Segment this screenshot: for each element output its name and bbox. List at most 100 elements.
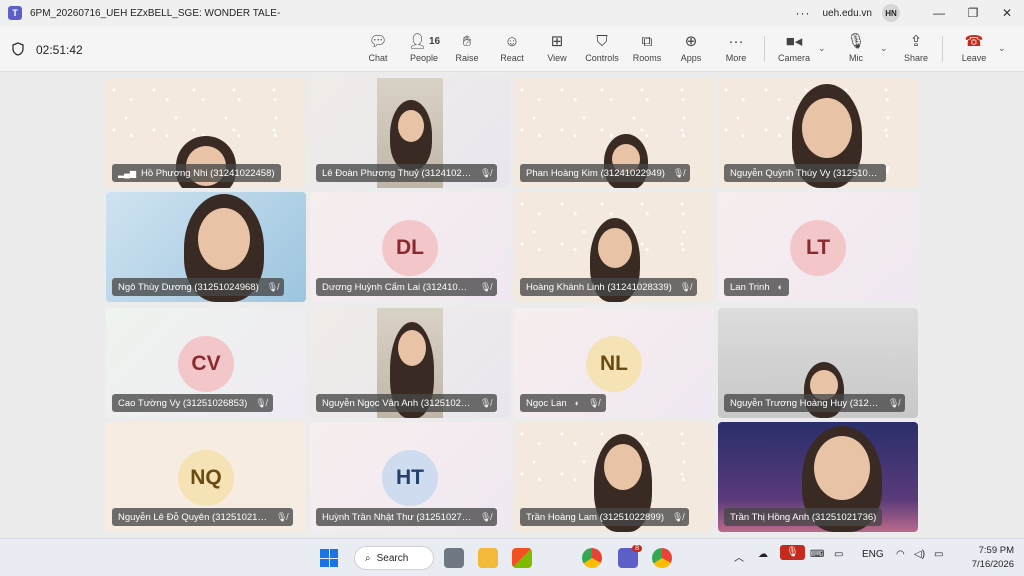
task-view-button[interactable] — [444, 547, 464, 569]
view-button[interactable]: ⊞ View — [544, 30, 570, 70]
participant-tile[interactable]: Ngô Thùy Dương (31251024968) 🎙︎̸ — [106, 192, 306, 302]
system-clock[interactable]: 7:59 PM 7/16/2026 — [972, 544, 1014, 572]
participant-tile[interactable]: DL Dương Huỳnh Cẩm Lai (31241024... 🎙︎̸ — [310, 192, 510, 302]
participant-tile[interactable]: Nguyễn Quỳnh Thúy Vy (31251020871) — [718, 78, 918, 188]
display-icon[interactable]: ▭ — [834, 549, 843, 560]
participant-face — [198, 208, 250, 270]
toolbar-divider — [764, 36, 765, 62]
chrome-icon — [652, 548, 672, 568]
participant-name: Ngô Thùy Dương (31251024968) — [118, 281, 259, 293]
teams-logo-icon: T — [8, 6, 22, 20]
share-button[interactable]: ⇪ Share — [902, 30, 930, 70]
volume-icon[interactable]: ◁) — [914, 549, 925, 560]
participant-nameplate: Trần Thị Hồng Anh (31251021736) — [724, 508, 883, 526]
file-explorer-button[interactable] — [478, 547, 498, 569]
participant-name: Hồ Phương Nhi (31241022458) — [140, 167, 275, 179]
input-language[interactable]: ENG — [862, 549, 884, 560]
minimize-icon[interactable]: — — [922, 6, 956, 20]
grid-view-icon: ⊞ — [550, 33, 564, 50]
participant-tile[interactable]: Lê Đoàn Phương Thuỷ (312410277... 🎙︎̸ — [310, 78, 510, 188]
mic-muted-icon: 🎙︎̸ — [276, 511, 288, 522]
chrome-button[interactable] — [582, 547, 602, 569]
participant-tile[interactable]: LT Lan Trinh ◐ — [718, 192, 918, 302]
participant-face — [398, 110, 424, 142]
participant-nameplate: ▂▄▆ Hồ Phương Nhi (31241022458) — [112, 164, 281, 182]
apps-button[interactable]: ⊕ Apps — [678, 30, 704, 70]
video-grid: ▂▄▆ Hồ Phương Nhi (31241022458) Lê Đoàn P… — [0, 72, 1024, 538]
taskbar: ⌕ Search 8 ︿ ☁ 🎙︎ ⌨ ▭ ENG ◠ ◁) ▭ 7:59 PM … — [0, 538, 1024, 576]
participant-tile[interactable]: ▂▄▆ Hồ Phương Nhi (31241022458) — [106, 78, 306, 188]
notification-badge: 8 — [632, 545, 642, 552]
mic-muted-icon: 🎙︎̸ — [588, 397, 600, 408]
title-bar: T 6PM_20260716_UEH EZxBELL_SGE: WONDER T… — [0, 0, 1024, 26]
controls-button[interactable]: ⛉ Controls — [584, 30, 620, 70]
participant-nameplate: Lê Đoàn Phương Thuỷ (312410277... 🎙︎̸ — [316, 164, 498, 182]
participant-tile[interactable]: Nguyễn Ngọc Vân Anh (31251020... 🎙︎̸ — [310, 308, 510, 418]
task-view-icon — [444, 548, 464, 568]
restore-icon[interactable]: ❐ — [956, 6, 990, 20]
camera-button[interactable]: ■◂ Camera — [776, 30, 812, 70]
mic-button[interactable]: 🎙︎ Mic — [844, 30, 868, 70]
teams-icon: 8 — [618, 545, 642, 568]
participant-initials-avatar: NL — [586, 336, 642, 392]
wifi-icon[interactable]: ◠ — [896, 549, 905, 560]
participant-name: Dương Huỳnh Cẩm Lai (31241024... — [322, 281, 472, 293]
people-button[interactable]: 👤︎ 16 People — [404, 30, 444, 70]
participant-nameplate: Dương Huỳnh Cẩm Lai (31241024... 🎙︎̸ — [316, 278, 498, 296]
participant-name: Lan Trinh — [730, 281, 770, 293]
participant-tile[interactable]: NQ Nguyễn Lê Đỗ Quyên (3125102103... 🎙︎̸ — [106, 422, 306, 532]
rooms-icon: ⧉ — [641, 32, 653, 50]
leave-options-chevron-icon[interactable]: ⌄ — [998, 43, 1006, 54]
smiley-icon: ☺ — [504, 32, 520, 50]
participant-tile[interactable]: CV Cao Tường Vy (31251026853) 🎙︎̸ — [106, 308, 306, 418]
chrome-profile-button[interactable] — [652, 547, 672, 569]
participant-nameplate: Nguyễn Trương Hoàng Huy (3125... 🎙︎̸ — [724, 394, 906, 412]
participant-tile[interactable]: Trần Hoàng Lam (31251022899) 🎙︎̸ — [514, 422, 714, 532]
camera-icon: ■◂ — [785, 33, 803, 50]
raise-hand-button[interactable]: ✋︎ Raise — [454, 30, 480, 70]
apps-label: Apps — [680, 53, 702, 63]
chat-button[interactable]: 💬︎ Chat — [364, 30, 392, 70]
store-button[interactable] — [512, 547, 532, 569]
teams-button[interactable]: 8 — [618, 545, 642, 569]
close-icon[interactable]: ✕ — [990, 6, 1024, 20]
participant-tile[interactable]: NL Ngọc Lan ◐ 🎙︎̸ — [514, 308, 714, 418]
rooms-button[interactable]: ⧉ Rooms — [632, 30, 662, 70]
react-button[interactable]: ☺ React — [498, 30, 526, 70]
participant-nameplate: Nguyễn Lê Đỗ Quyên (3125102103... 🎙︎̸ — [112, 508, 294, 526]
participant-name: Ngọc Lan — [526, 397, 567, 409]
mic-in-use-icon[interactable]: 🎙︎ — [780, 545, 805, 560]
guest-icon: ◐ — [777, 282, 784, 292]
start-button[interactable] — [320, 547, 338, 569]
participant-tile[interactable]: HT Huỳnh Trần Nhật Thư (312510275... 🎙︎̸ — [310, 422, 510, 532]
camera-options-chevron-icon[interactable]: ⌄ — [818, 43, 826, 54]
keyboard-icon[interactable]: ⌨ — [810, 549, 824, 560]
ellipsis-icon: ··· — [728, 32, 744, 50]
more-options-icon[interactable]: ··· — [796, 6, 811, 20]
user-avatar[interactable]: HN — [882, 4, 900, 22]
cloud-icon[interactable]: ☁ — [758, 549, 768, 560]
participant-tile[interactable]: Nguyễn Trương Hoàng Huy (3125... 🎙︎̸ — [718, 308, 918, 418]
mic-options-chevron-icon[interactable]: ⌄ — [880, 43, 888, 54]
show-hidden-icons-chevron-icon[interactable]: ︿ — [734, 549, 744, 564]
windows-logo-icon — [320, 549, 338, 567]
camera-label: Camera — [777, 53, 810, 63]
battery-icon[interactable]: ▭ — [934, 549, 943, 560]
folder-icon — [478, 548, 498, 568]
controls-label: Controls — [585, 53, 619, 63]
share-label: Share — [903, 53, 929, 63]
participant-tile[interactable]: Trần Thị Hồng Anh (31251021736) — [718, 422, 918, 532]
org-domain: ueh.edu.vn — [822, 7, 873, 19]
participant-name: Nguyễn Trương Hoàng Huy (3125... — [730, 397, 880, 409]
store-icon — [512, 548, 532, 568]
react-label: React — [500, 53, 524, 63]
participant-face — [398, 330, 426, 366]
mic-muted-icon: 🎙︎̸ — [266, 281, 279, 292]
more-button[interactable]: ··· More — [722, 30, 750, 70]
leave-button[interactable]: ☎︎ Leave — [960, 30, 988, 70]
participant-tile[interactable]: Phan Hoàng Kim (31241022949) 🎙︎̸ — [514, 78, 714, 188]
participant-nameplate: Lan Trinh ◐ — [724, 278, 790, 296]
participant-tile[interactable]: Hoàng Khánh Linh (31241028339) 🎙︎̸ — [514, 192, 714, 302]
taskbar-search[interactable]: ⌕ Search — [354, 546, 434, 570]
participant-name: Hoàng Khánh Linh (31241028339) — [526, 281, 672, 293]
